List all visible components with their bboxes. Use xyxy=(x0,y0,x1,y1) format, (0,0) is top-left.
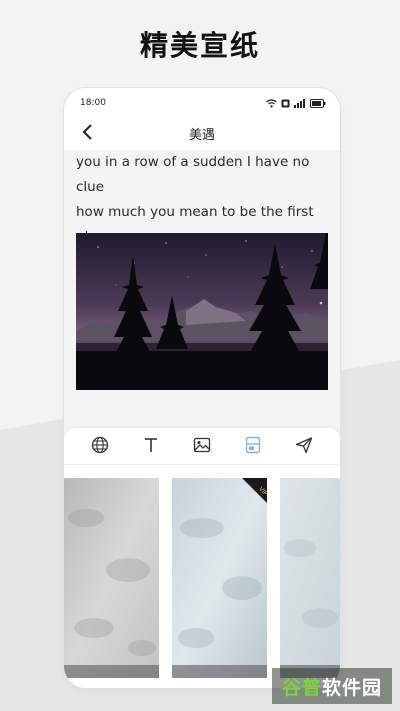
night-lake-photo xyxy=(76,233,328,390)
paper-texture-option[interactable]: VIP xyxy=(172,478,267,678)
paper-texture-light xyxy=(280,478,340,678)
globe-button[interactable] xyxy=(88,433,112,457)
image-icon xyxy=(193,437,211,453)
template-button[interactable] xyxy=(241,433,265,457)
send-button[interactable] xyxy=(292,433,316,457)
globe-icon xyxy=(91,436,108,454)
watermark-part1: 谷普 xyxy=(281,676,322,699)
paper-texture-option[interactable] xyxy=(280,478,340,678)
tool-panel: VIP xyxy=(64,428,340,688)
watermark-logo: 谷普 软件园 xyxy=(272,668,392,704)
text-button[interactable] xyxy=(139,433,163,457)
nav-bar: 美遇 xyxy=(64,118,340,146)
paper-texture-gray xyxy=(64,478,159,678)
image-button[interactable] xyxy=(190,433,214,457)
text-icon xyxy=(144,438,157,452)
paper-texture-blue: VIP xyxy=(172,478,267,678)
wifi-icon xyxy=(266,98,277,108)
editor-toolbar xyxy=(64,428,340,462)
battery-icon xyxy=(310,98,326,108)
nav-title: 美遇 xyxy=(188,128,215,143)
status-icons xyxy=(266,98,326,108)
status-bar: 18:00 xyxy=(80,94,326,112)
phone-frame: 18:00 美遇 you in a row of a sudden I have… xyxy=(64,88,340,688)
article-line: you in a row of a sudden I have no clue xyxy=(76,154,310,195)
article-image[interactable] xyxy=(76,233,328,390)
promo-title: 精美宣纸 xyxy=(139,29,260,62)
template-icon xyxy=(245,436,261,454)
sim-icon xyxy=(281,99,290,107)
send-icon xyxy=(296,437,313,454)
paper-shade xyxy=(64,665,159,678)
paper-shade xyxy=(172,665,267,678)
status-time: 18:00 xyxy=(80,98,106,108)
watermark-part2: 软件园 xyxy=(322,676,383,699)
signal-icon xyxy=(294,98,305,108)
paper-texture-option[interactable] xyxy=(64,478,159,678)
toolbar-divider xyxy=(64,464,340,465)
